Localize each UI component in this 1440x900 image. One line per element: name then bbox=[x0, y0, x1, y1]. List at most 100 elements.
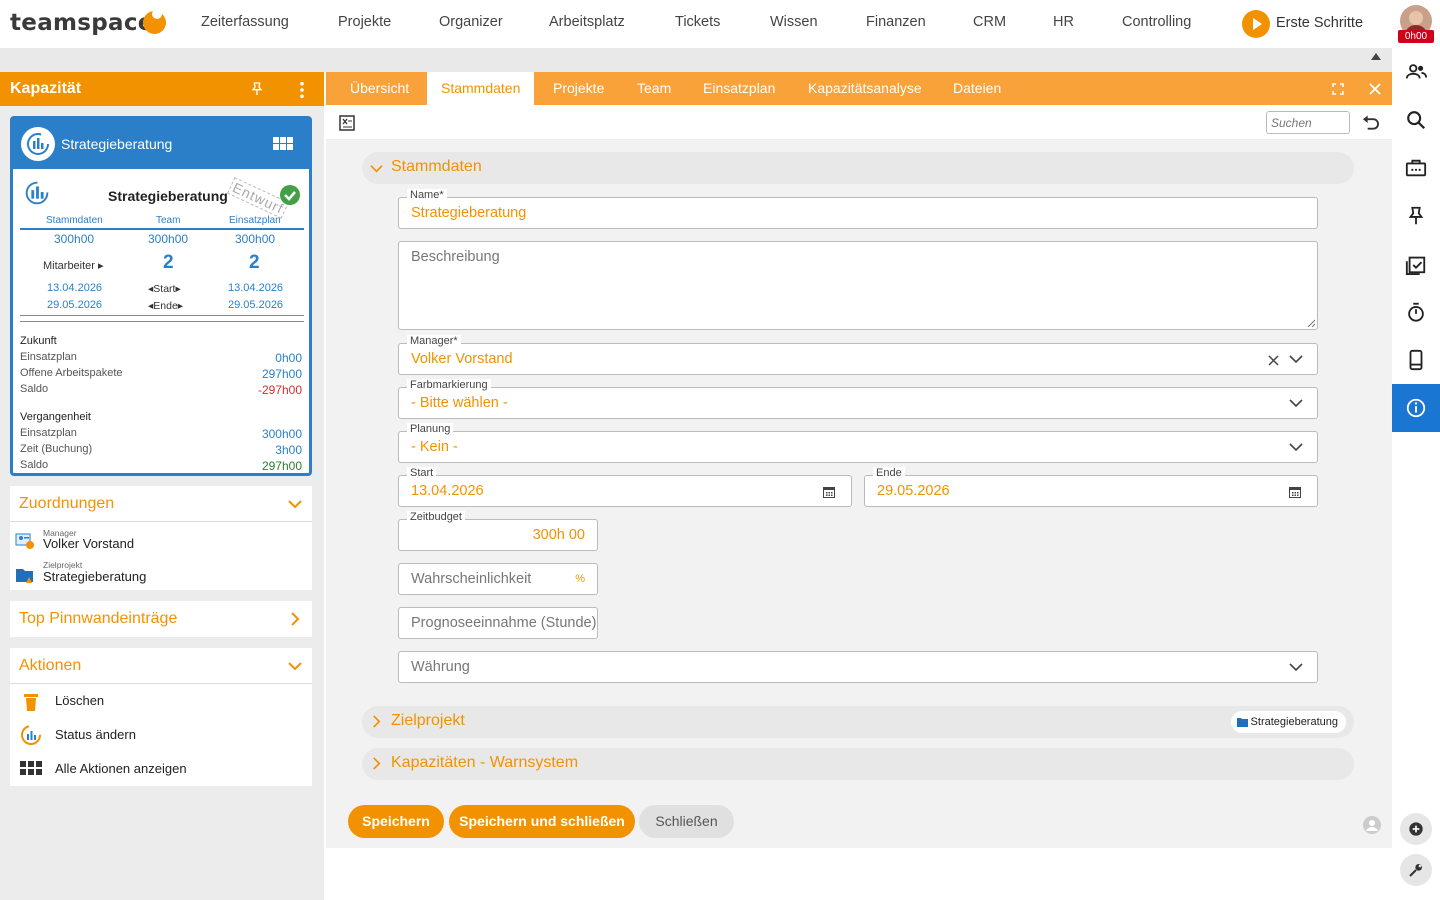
farbmarkierung-value: - Bitte wählen - bbox=[411, 395, 508, 411]
save-close-button[interactable]: Speichern und schließen bbox=[449, 805, 635, 838]
stammdaten-section-header[interactable]: Stammdaten bbox=[362, 152, 1354, 184]
zeitbudget-value: 300h 00 bbox=[532, 527, 585, 543]
action-loeschen[interactable]: Löschen bbox=[55, 693, 104, 708]
stopwatch-icon[interactable] bbox=[1392, 288, 1440, 336]
nav-tickets[interactable]: Tickets bbox=[675, 14, 720, 30]
grid-icon[interactable] bbox=[273, 137, 295, 151]
planung-select[interactable]: Planung - Kein - bbox=[398, 423, 1318, 463]
nav-finanzen[interactable]: Finanzen bbox=[866, 14, 926, 30]
undo-icon[interactable] bbox=[1362, 115, 1379, 131]
wahrscheinlichkeit-field[interactable]: Wahrscheinlichkeit % bbox=[398, 563, 598, 595]
nav-hr[interactable]: HR bbox=[1053, 14, 1074, 30]
right-icon-sidebar bbox=[1392, 48, 1440, 900]
future-value-0: 0h00 bbox=[275, 351, 302, 365]
beschreibung-field[interactable]: Beschreibung bbox=[398, 241, 1318, 330]
save-button[interactable]: Speichern bbox=[348, 805, 444, 838]
add-circle-icon[interactable] bbox=[1400, 813, 1432, 845]
mitarbeiter-label[interactable]: Mitarbeiter ▸ bbox=[43, 259, 104, 272]
tab-projekte[interactable]: Projekte bbox=[539, 72, 618, 105]
wrench-icon[interactable] bbox=[1400, 854, 1432, 886]
user-icon[interactable] bbox=[1363, 816, 1381, 834]
aktionen-header[interactable]: Aktionen bbox=[10, 648, 312, 684]
check-icon bbox=[280, 185, 300, 205]
chevron-down-icon[interactable] bbox=[1289, 662, 1303, 672]
action-status[interactable]: Status ändern bbox=[55, 727, 136, 742]
nav-arbeitsplatz[interactable]: Arbeitsplatz bbox=[549, 14, 625, 30]
erste-schritte-link[interactable]: Erste Schritte bbox=[1276, 15, 1363, 31]
farbmarkierung-select[interactable]: Farbmarkierung - Bitte wählen - bbox=[398, 379, 1318, 419]
start-date-field[interactable]: Start 13.04.2026 bbox=[398, 467, 852, 507]
nav-organizer[interactable]: Organizer bbox=[439, 14, 503, 30]
nav-projekte[interactable]: Projekte bbox=[338, 14, 391, 30]
more-vertical-icon[interactable] bbox=[296, 81, 308, 99]
future-label-1: Offene Arbeitspakete bbox=[20, 367, 123, 379]
tab-einsatzplan[interactable]: Einsatzplan bbox=[689, 72, 789, 105]
start-nav[interactable]: ◂Start▸ bbox=[148, 283, 181, 295]
action-all[interactable]: Alle Aktionen anzeigen bbox=[55, 761, 187, 776]
mobile-icon[interactable] bbox=[1392, 336, 1440, 384]
time-badge: 0h00 bbox=[1398, 30, 1434, 43]
info-icon[interactable] bbox=[1392, 384, 1440, 432]
search-icon[interactable] bbox=[1392, 96, 1440, 144]
project-name[interactable]: Strategieberatung bbox=[43, 569, 146, 584]
chevron-down-icon[interactable] bbox=[1289, 354, 1303, 364]
teamspace-logo[interactable]: teamspace bbox=[10, 10, 154, 36]
warnsystem-section-header[interactable]: Kapazitäten - Warnsystem bbox=[362, 748, 1354, 780]
end-date-field[interactable]: Ende 29.05.2026 bbox=[864, 467, 1318, 507]
hours-stammdaten: 300h00 bbox=[54, 232, 95, 246]
nav-controlling[interactable]: Controlling bbox=[1122, 14, 1191, 30]
warnsystem-title: Kapazitäten - Warnsystem bbox=[391, 754, 579, 771]
dashboard-icon[interactable] bbox=[1392, 144, 1440, 192]
search-input[interactable]: Suchen bbox=[1266, 111, 1350, 134]
tab-dateien[interactable]: Dateien bbox=[939, 72, 1015, 105]
chevron-down-icon[interactable] bbox=[288, 497, 302, 511]
tab-kapazitaetsanalyse[interactable]: Kapazitätsanalyse bbox=[794, 72, 936, 105]
zielprojekt-chip[interactable]: Strategieberatung bbox=[1230, 711, 1346, 733]
prognose-field[interactable]: Prognoseeinnahme (Stunde) bbox=[398, 607, 598, 639]
nav-zeiterfassung[interactable]: Zeiterfassung bbox=[201, 14, 289, 30]
prognose-placeholder: Prognoseeinnahme (Stunde) bbox=[411, 615, 597, 631]
plan-count: 2 bbox=[249, 252, 260, 273]
pin-icon[interactable] bbox=[249, 81, 265, 97]
calendar-icon[interactable] bbox=[1289, 486, 1301, 498]
name-field[interactable]: Name* Strategieberatung bbox=[398, 189, 1318, 229]
left-panel: Kapazität Strategieberatung Strategieber… bbox=[0, 72, 324, 900]
pin-icon[interactable] bbox=[1392, 192, 1440, 240]
tab-stammdaten[interactable]: Stammdaten bbox=[427, 72, 535, 105]
close-button[interactable]: Schließen bbox=[639, 805, 734, 838]
capacity-card: Strategieberatung Strategieberatung Entw… bbox=[10, 116, 312, 476]
zielprojekt-section-header[interactable]: Zielprojekt Strategieberatung bbox=[362, 706, 1354, 738]
chevron-down-icon[interactable] bbox=[1289, 398, 1303, 408]
tasks-icon[interactable] bbox=[1392, 240, 1440, 288]
fullscreen-icon[interactable] bbox=[1332, 83, 1344, 95]
users-icon[interactable] bbox=[1392, 48, 1440, 96]
clear-icon[interactable] bbox=[1268, 355, 1279, 366]
nav-crm[interactable]: CRM bbox=[973, 14, 1006, 30]
tab-team[interactable]: Team bbox=[623, 72, 685, 105]
play-icon[interactable] bbox=[1242, 10, 1270, 38]
manager-field[interactable]: Manager* Volker Vorstand bbox=[398, 335, 1318, 375]
start-label: Start bbox=[407, 467, 437, 479]
end-nav[interactable]: ◂Ende▸ bbox=[148, 300, 183, 312]
manager-value: Volker Vorstand bbox=[411, 351, 513, 367]
excel-export-icon[interactable] bbox=[339, 115, 355, 131]
ende-value: 29.05.2026 bbox=[877, 483, 950, 499]
waehrung-select[interactable]: Währung bbox=[398, 651, 1318, 683]
zuordnungen-title: Zuordnungen bbox=[19, 495, 115, 512]
hours-einsatzplan: 300h00 bbox=[235, 232, 276, 246]
chevron-down-icon[interactable] bbox=[288, 659, 302, 673]
zeitbudget-field[interactable]: Zeitbudget 300h 00 bbox=[398, 511, 598, 551]
manager-name[interactable]: Volker Vorstand bbox=[43, 536, 134, 551]
pinnwand-section[interactable]: Top Pinnwandeinträge bbox=[10, 601, 312, 637]
nav-wissen[interactable]: Wissen bbox=[770, 14, 818, 30]
collapse-up-icon[interactable] bbox=[1371, 53, 1381, 60]
resize-handle-icon[interactable] bbox=[1307, 319, 1315, 327]
chevron-down-icon[interactable] bbox=[1289, 442, 1303, 452]
zuordnungen-header[interactable]: Zuordnungen bbox=[10, 486, 312, 522]
calendar-icon[interactable] bbox=[823, 486, 835, 498]
divider bbox=[20, 315, 304, 316]
chevron-right-icon[interactable] bbox=[288, 612, 302, 626]
close-icon[interactable] bbox=[1369, 83, 1381, 95]
pinnwand-header[interactable]: Top Pinnwandeinträge bbox=[10, 601, 312, 637]
tab-uebersicht[interactable]: Übersicht bbox=[336, 72, 423, 105]
